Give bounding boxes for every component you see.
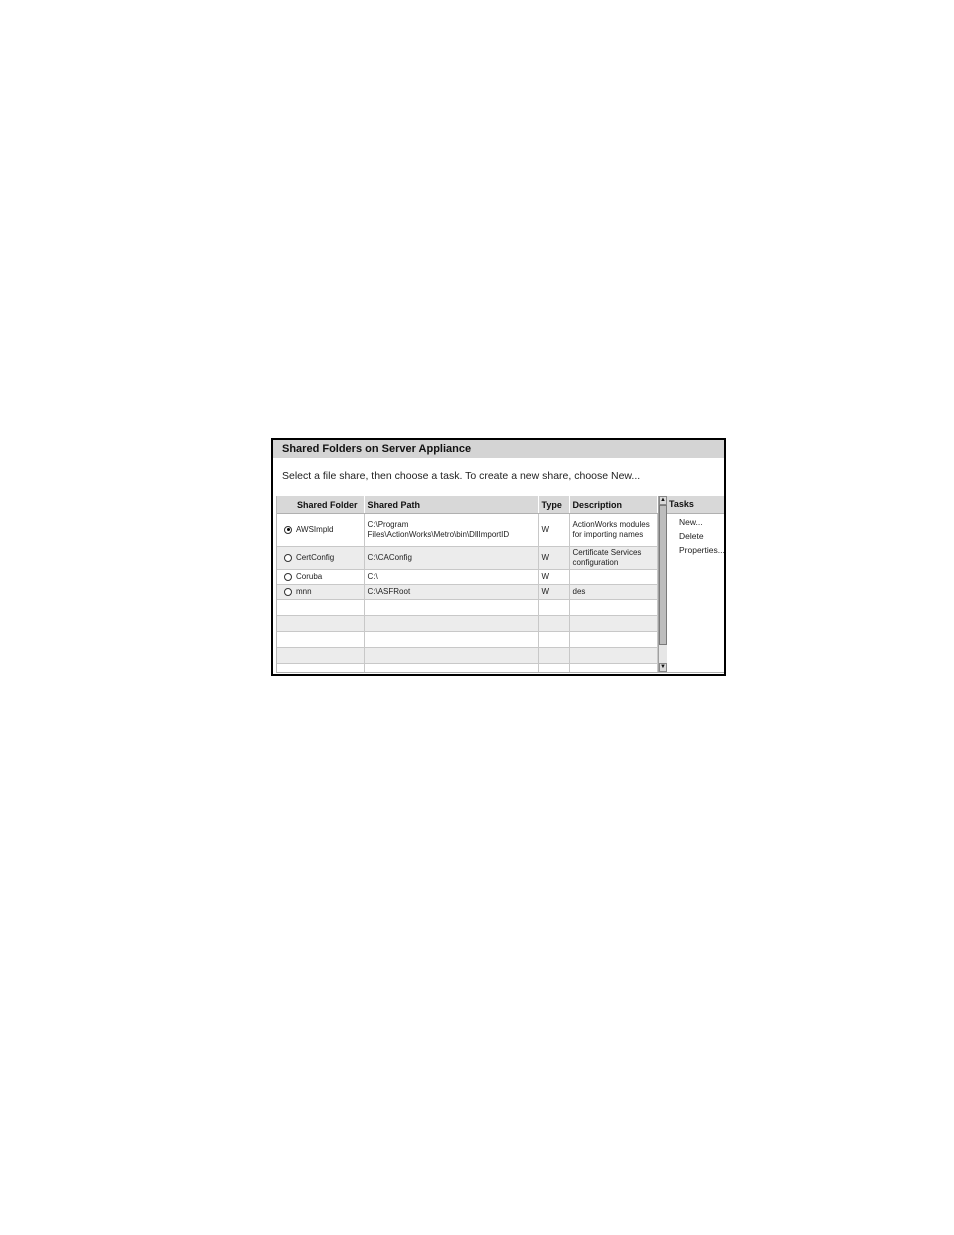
scrollbar-thumb[interactable] <box>659 505 667 645</box>
cell-description <box>569 569 658 585</box>
task-properties[interactable]: Properties... <box>667 543 724 557</box>
radio-button-icon[interactable] <box>284 587 292 596</box>
cell-shared-path: C:\ASFRoot <box>364 584 539 600</box>
table-row[interactable]: CertConfig C:\CAConfig W Certificate Ser… <box>277 546 658 570</box>
empty-table-row <box>277 647 658 664</box>
task-new[interactable]: New... <box>667 515 724 529</box>
cell-type: W <box>538 546 570 570</box>
empty-table-row <box>277 599 658 616</box>
cell-shared-path: C:\ <box>364 569 539 585</box>
instructions-text: Select a file share, then choose a task.… <box>282 470 641 482</box>
shared-folders-panel: Shared Folders on Server Appliance Selec… <box>271 438 726 676</box>
cell-shared-folder[interactable]: CertConfig <box>277 546 365 570</box>
table-header-row: Shared Folder Shared Path Type Descripti… <box>277 496 658 514</box>
cell-shared-folder[interactable]: Coruba <box>277 569 365 585</box>
radio-button-icon[interactable] <box>284 553 292 562</box>
empty-table-row <box>277 663 658 672</box>
cell-description: Certificate Services configuration <box>569 546 658 570</box>
task-delete[interactable]: Delete <box>667 529 724 543</box>
cell-type: W <box>538 513 570 547</box>
empty-table-row <box>277 615 658 632</box>
table-row[interactable]: mnn C:\ASFRoot W des <box>277 584 658 600</box>
radio-button-icon[interactable] <box>284 572 292 581</box>
panel-title: Shared Folders on Server Appliance <box>273 440 724 458</box>
cell-shared-folder[interactable]: mnn <box>277 584 365 600</box>
vertical-scrollbar[interactable]: ▲ ▼ <box>658 496 667 672</box>
radio-button-icon[interactable] <box>284 525 292 534</box>
scroll-up-arrow-icon[interactable]: ▲ <box>659 496 667 505</box>
cell-shared-path: C:\CAConfig <box>364 546 539 570</box>
tasks-pane: Tasks New... Delete Properties... <box>667 496 724 674</box>
empty-table-row <box>277 631 658 648</box>
column-header-shared-path[interactable]: Shared Path <box>364 496 539 514</box>
scroll-down-arrow-icon[interactable]: ▼ <box>659 663 667 672</box>
bottom-divider <box>276 672 724 673</box>
tasks-header: Tasks <box>667 496 724 514</box>
column-header-shared-folder[interactable]: Shared Folder <box>277 496 365 514</box>
cell-shared-folder[interactable]: AWSImpld <box>277 513 365 547</box>
cell-description: des <box>569 584 658 600</box>
cell-description: ActionWorks modules for importing names <box>569 513 658 547</box>
column-header-type[interactable]: Type <box>538 496 570 514</box>
tasks-list: New... Delete Properties... <box>667 514 724 557</box>
cell-type: W <box>538 569 570 585</box>
column-header-description[interactable]: Description <box>569 496 658 514</box>
table-row[interactable]: Coruba C:\ W <box>277 569 658 585</box>
cell-type: W <box>538 584 570 600</box>
shares-table: Shared Folder Shared Path Type Descripti… <box>277 496 658 672</box>
shares-table-area: Shared Folder Shared Path Type Descripti… <box>276 496 667 672</box>
cell-shared-path: C:\Program Files\ActionWorks\Metro\bin\D… <box>364 513 539 547</box>
table-row[interactable]: AWSImpld C:\Program Files\ActionWorks\Me… <box>277 513 658 547</box>
